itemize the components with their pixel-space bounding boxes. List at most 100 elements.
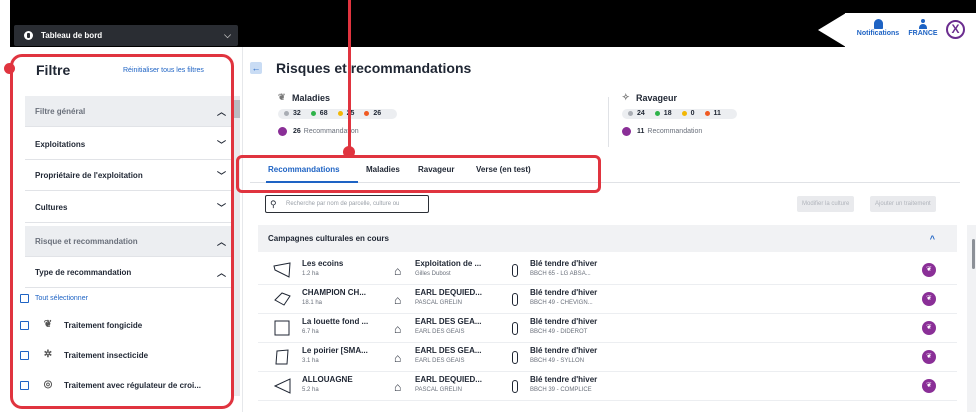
recommendation-dot [278, 127, 287, 136]
recommendation-badge[interactable]: ❦ [922, 350, 936, 364]
dashboard-selector[interactable]: Tableau de bord ⌵ [14, 25, 238, 46]
count-high: 26 [373, 110, 382, 117]
farm-icon: ⌂ [394, 264, 402, 278]
tab-recommandations[interactable]: Recommandations [268, 165, 340, 174]
parcel-shape-icon [272, 349, 292, 365]
recommendation-type-option[interactable]: ✲ Traitement insecticide [20, 349, 148, 361]
owner-name: EARL DES GEAIS [415, 358, 465, 364]
filter-row-label: Propriétaire de l'exploitation [35, 170, 143, 180]
parcel-name: ALLOUAGNE [302, 375, 353, 384]
crop-icon [512, 351, 518, 364]
tab-maladies[interactable]: Maladies [366, 165, 400, 174]
filter-row-label: Filtre général [35, 106, 86, 116]
insecticide-icon: ✲ [43, 349, 53, 360]
tab-verse[interactable]: Verse (en test) [476, 165, 531, 174]
recommendation-badge[interactable]: ❦ [922, 379, 936, 393]
filter-row[interactable]: Exploitations ﹀ [25, 129, 236, 160]
count-neutral: 32 [293, 110, 301, 117]
chevron-down-icon: ﹀ [216, 139, 226, 150]
sidebar-callout-marker [4, 63, 15, 74]
table-row[interactable]: ALLOUAGNE 5.2 ha ⌂ EARL DEQUIED... PASCAL GR… [258, 372, 957, 401]
checkbox-icon[interactable] [20, 380, 29, 390]
chevron-up-icon: ^ [929, 233, 935, 244]
page-title: Risques et recommandations [276, 60, 472, 76]
country-label: FRANCE [908, 30, 938, 37]
parcel-shape-icon [272, 378, 292, 394]
header-notch [818, 13, 846, 47]
crop-stage: BBCH 49 - SYLLON [530, 358, 585, 364]
farm-name: EARL DES GEA... [415, 317, 482, 326]
owner-name: PASCAL GRELIN [415, 300, 463, 306]
recommendation-badge[interactable]: ❦ [922, 321, 936, 335]
table-row[interactable]: La louette fond ... 6.7 ha ⌂ EARL DES GEA..… [258, 314, 957, 343]
tabs-callout-marker [343, 146, 355, 158]
table-row[interactable]: Le poirier [SMA... 3.1 ha ⌂ EARL DES GEA...… [258, 343, 957, 372]
parcel-shape-icon [272, 262, 292, 278]
filter-row[interactable]: Propriétaire de l'exploitation ﹀ [25, 160, 236, 191]
chevron-up-icon: ︿ [216, 236, 226, 247]
crop-stage: BBCH 49 - CHEVIGN... [530, 300, 593, 306]
scrollbar-thumb[interactable] [972, 239, 975, 269]
parcel-name: Le poirier [SMA... [302, 346, 368, 355]
farm-name: Exploitation de ... [415, 259, 482, 268]
close-button[interactable]: X [946, 20, 965, 39]
recommendation-summary: 26 Recommandation [278, 127, 598, 136]
collapse-sidebar-button[interactable]: ← [250, 62, 262, 74]
add-treatment-button[interactable]: Ajouter un traitement [870, 196, 936, 212]
recommendation-dot [622, 127, 631, 136]
select-all-label: Tout sélectionner [35, 295, 88, 302]
crop-name: Blé tendre d'hiver [530, 375, 598, 384]
crop-name: Blé tendre d'hiver [530, 317, 598, 326]
fungicide-icon: ❦ [43, 319, 53, 330]
main-scrollbar[interactable] [967, 225, 976, 412]
filter-row[interactable]: Filtre général ︿ [25, 96, 236, 127]
owner-name: EARL DES GEAIS [415, 329, 465, 335]
checkbox-icon [20, 294, 29, 303]
modify-crop-button[interactable]: Modifier la culture [797, 196, 855, 212]
count-neutral: 24 [637, 110, 645, 117]
scrollbar-thumb[interactable] [234, 100, 240, 118]
diseases-summary-card[interactable]: ❦ Maladies 32 68 25 26 26 Recommandation [278, 92, 598, 148]
select-all-checkbox[interactable]: Tout sélectionner [20, 294, 88, 303]
risk-counts: 32 68 25 26 [278, 108, 398, 119]
recommendation-badge[interactable]: ❦ [922, 263, 936, 277]
checkbox-icon[interactable] [20, 320, 29, 330]
sidebar-scrollbar[interactable] [234, 96, 240, 396]
recommendation-type-option[interactable]: ❦ Traitement fongicide [20, 319, 142, 331]
recommendation-badge[interactable]: ❦ [922, 292, 936, 306]
crop-icon [512, 322, 518, 335]
table-row[interactable]: CHAMPION CH... 18.1 ha ⌂ EARL DEQUIED... PAS… [258, 285, 957, 314]
tab-ravageur[interactable]: Ravageur [418, 165, 454, 174]
filter-row-label: Cultures [35, 202, 68, 212]
table-row[interactable]: Les ecoins 1.2 ha ⌂ Exploitation de ... Gill… [258, 256, 957, 285]
active-tab-indicator [266, 181, 358, 183]
user-icon [919, 19, 927, 29]
filter-row[interactable]: Cultures ﹀ [25, 192, 236, 223]
chevron-down-icon: ⌵ [224, 30, 231, 40]
notifications-button[interactable]: Notifications [852, 19, 904, 37]
regulator-icon: ◎ [43, 379, 53, 390]
search-input[interactable]: ⚲ Recherche par nom de parcelle, culture… [265, 195, 429, 213]
country-selector[interactable]: FRANCE [905, 19, 941, 37]
checkbox-icon[interactable] [20, 350, 29, 360]
recommendation-type-option[interactable]: ◎ Traitement avec régulateur de croi... [20, 379, 201, 391]
brand-logo-icon [24, 31, 33, 40]
filter-row[interactable]: Type de recommandation ︿ [25, 257, 236, 288]
medium-dot [681, 111, 687, 116]
crop-name: Blé tendre d'hiver [530, 346, 598, 355]
pests-summary-card[interactable]: ✧ Ravageur 24 18 0 11 11 Recommandation [622, 92, 942, 148]
current-campaigns-header[interactable]: Campagnes culturales en cours ^ [258, 225, 957, 252]
dashboard-label: Tableau de bord [41, 31, 103, 40]
count-high: 11 [713, 110, 721, 117]
farm-icon: ⌂ [394, 380, 402, 394]
filter-title: Filtre [36, 62, 71, 78]
filter-row[interactable]: Risque et recommandation ︿ [25, 226, 236, 257]
bug-icon: ✧ [622, 92, 630, 102]
crop-icon [512, 264, 518, 277]
filter-row-label: Type de recommandation [35, 267, 132, 277]
reset-filters-link[interactable]: Réinitialiser tous les filtres [123, 67, 204, 74]
section-title: Campagnes culturales en cours [268, 234, 389, 243]
owner-name: Gilles Dubost [415, 271, 451, 277]
recommendation-count: 11 [637, 128, 645, 135]
high-dot [364, 111, 370, 116]
